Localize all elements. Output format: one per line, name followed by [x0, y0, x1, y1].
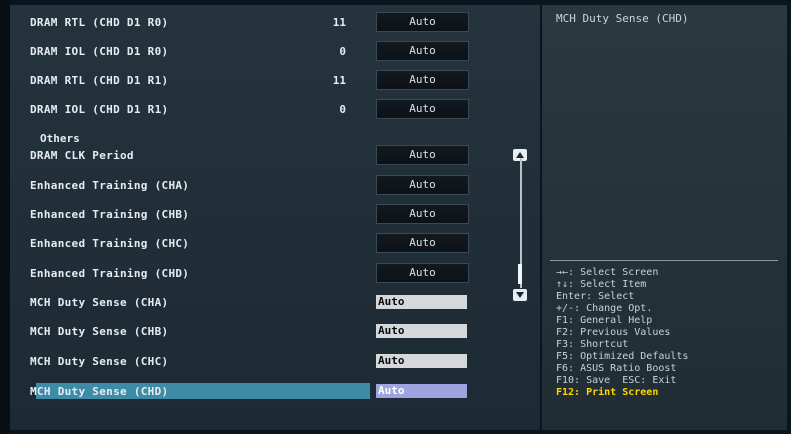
auto-button[interactable]: Auto	[376, 145, 469, 165]
setting-label: DRAM RTL (CHD D1 R0)	[30, 15, 169, 29]
settings-row[interactable]: Enhanced Training (CHD) Auto	[30, 261, 518, 285]
setting-label: Enhanced Training (CHD)	[30, 266, 190, 280]
help-line: F10: Save ESC: Exit	[556, 375, 677, 386]
setting-label: DRAM IOL (CHD D1 R0)	[30, 44, 169, 58]
setting-current-value: 11	[332, 15, 346, 29]
settings-row[interactable]: MCH Duty Sense (CHA) Auto	[30, 290, 518, 314]
value-input[interactable]: Auto	[376, 324, 467, 338]
settings-row[interactable]: Enhanced Training (CHC) Auto	[30, 231, 518, 255]
auto-button[interactable]: Auto	[376, 12, 469, 32]
help-line: F3: Shortcut	[556, 339, 629, 350]
setting-label: DRAM RTL (CHD D1 R1)	[30, 73, 169, 87]
value-input[interactable]: Auto	[376, 354, 467, 368]
auto-button[interactable]: Auto	[376, 233, 469, 253]
setting-label: MCH Duty Sense (CHA)	[30, 295, 169, 309]
setting-label: Enhanced Training (CHB)	[30, 207, 190, 221]
setting-label: DRAM CLK Period	[30, 148, 134, 162]
settings-row[interactable]: DRAM CLK Period Auto	[30, 143, 518, 167]
auto-button[interactable]: Auto	[376, 41, 469, 61]
item-help-title: MCH Duty Sense (CHD)	[556, 12, 689, 25]
auto-button[interactable]: Auto	[376, 263, 469, 283]
settings-row[interactable]: DRAM RTL (CHD D1 R0) 11 Auto	[30, 10, 518, 34]
setting-label: MCH Duty Sense (CHB)	[30, 324, 169, 338]
setting-label: MCH Duty Sense (CHC)	[30, 354, 169, 368]
setting-label: Enhanced Training (CHC)	[30, 236, 190, 250]
help-line: F6: ASUS Ratio Boost	[556, 363, 677, 374]
auto-button[interactable]: Auto	[376, 99, 469, 119]
help-line: F2: Previous Values	[556, 327, 671, 338]
settings-row[interactable]: Enhanced Training (CHB) Auto	[30, 202, 518, 226]
help-line: ↑↓: Select Item	[556, 279, 647, 290]
setting-current-value: 0	[339, 102, 346, 116]
scrollbar-thumb[interactable]	[518, 264, 522, 284]
value-input[interactable]: Auto	[376, 384, 467, 398]
help-line: +/-: Change Opt.	[556, 303, 653, 314]
help-line: Enter: Select	[556, 291, 635, 302]
help-line: F1: General Help	[556, 315, 653, 326]
setting-current-value: 11	[332, 73, 346, 87]
settings-row[interactable]: DRAM IOL (CHD D1 R1) 0 Auto	[30, 97, 518, 121]
setting-label: MCH Duty Sense (CHD)	[30, 384, 169, 398]
auto-button[interactable]: Auto	[376, 175, 469, 195]
auto-button[interactable]: Auto	[376, 70, 469, 90]
key-help-list: →←: Select Screen ↑↓: Select Item Enter:…	[556, 267, 688, 399]
left-rail	[0, 0, 10, 434]
setting-label: Enhanced Training (CHA)	[30, 178, 190, 192]
settings-row[interactable]: DRAM IOL (CHD D1 R0) 0 Auto	[30, 39, 518, 63]
value-input[interactable]: Auto	[376, 295, 467, 309]
settings-row[interactable]: Enhanced Training (CHA) Auto	[30, 173, 518, 197]
triangle-down-icon	[516, 292, 524, 298]
settings-row[interactable]: MCH Duty Sense (CHC) Auto	[30, 349, 518, 373]
help-line-print-screen: F12: Print Screen	[556, 387, 659, 398]
setting-current-value: 0	[339, 44, 346, 58]
help-divider	[550, 260, 778, 261]
settings-row[interactable]: MCH Duty Sense (CHB) Auto	[30, 319, 518, 343]
setting-label: DRAM IOL (CHD D1 R1)	[30, 102, 169, 116]
scroll-down-button[interactable]	[513, 289, 527, 301]
settings-row[interactable]: DRAM RTL (CHD D1 R1) 11 Auto	[30, 68, 518, 92]
help-line: →←: Select Screen	[556, 267, 659, 278]
auto-button[interactable]: Auto	[376, 204, 469, 224]
help-line: F5: Optimized Defaults	[556, 351, 689, 362]
settings-row-selected[interactable]: MCH Duty Sense (CHD) Auto	[30, 379, 518, 403]
